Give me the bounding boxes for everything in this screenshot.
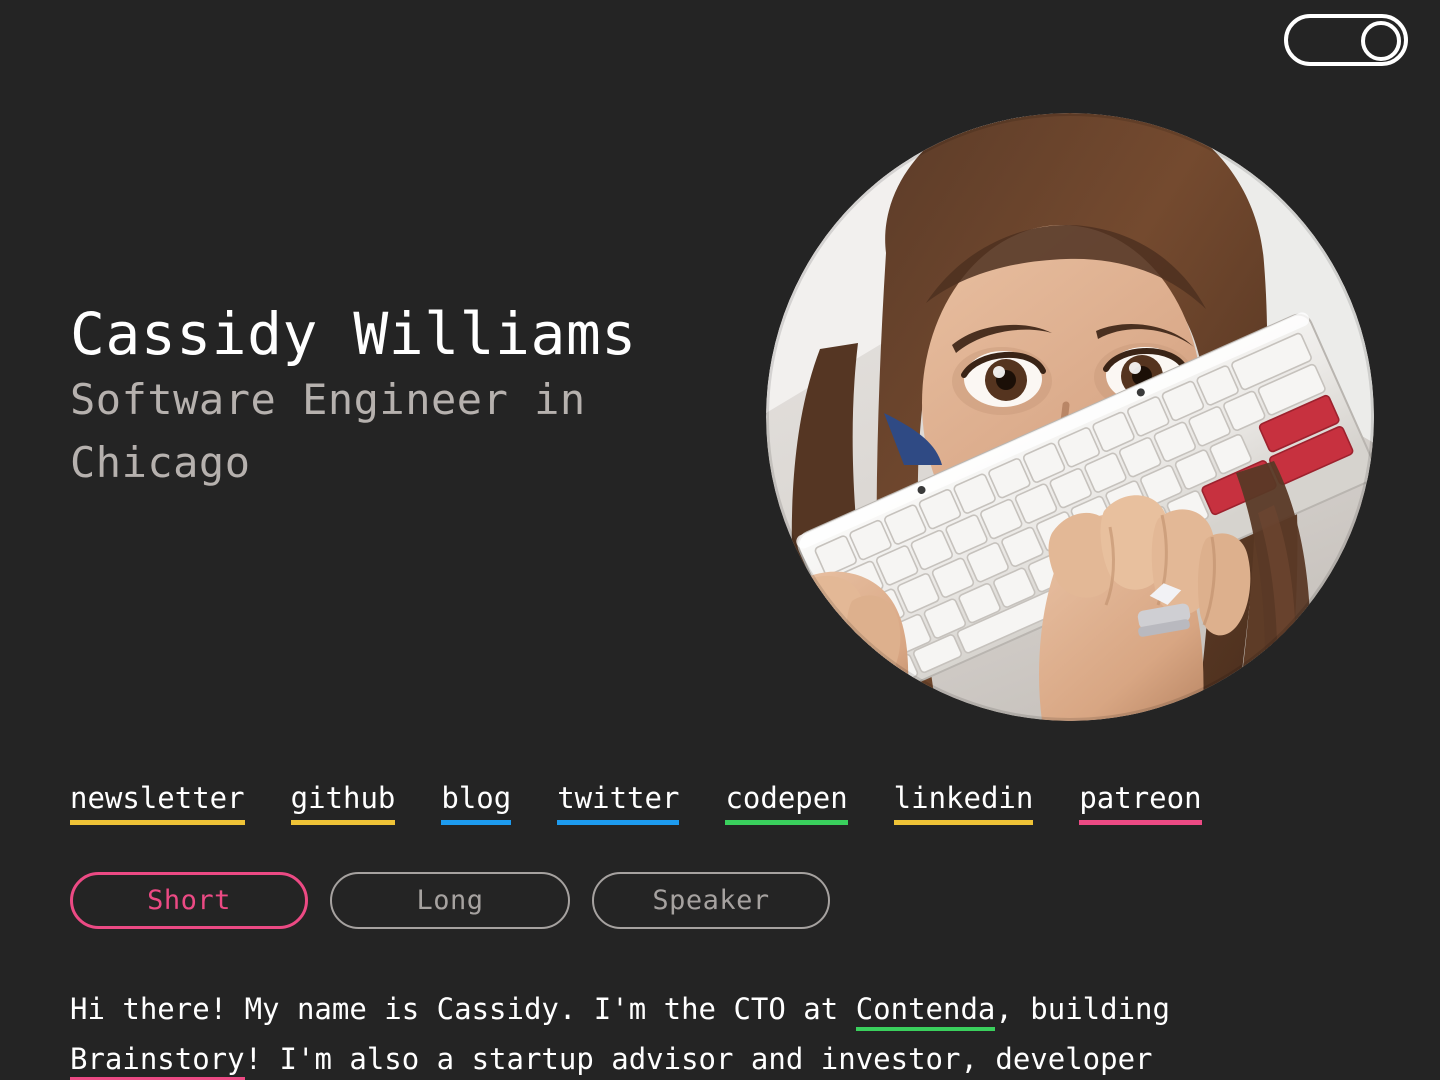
bio-text-part-3: ! I'm also a startup advisor and investo…	[244, 1041, 1153, 1076]
bio-link-contenda[interactable]: Contenda	[855, 992, 996, 1031]
social-links: newsletter github blog twitter codepen l…	[70, 782, 1202, 825]
tab-speaker[interactable]: Speaker	[592, 872, 830, 929]
link-github[interactable]: github	[290, 782, 396, 825]
hero-section: Cassidy Williams Software Engineer in Ch…	[0, 0, 1440, 760]
bio-link-brainstory[interactable]: Brainstory	[70, 1041, 245, 1080]
link-linkedin[interactable]: linkedin	[893, 782, 1034, 825]
bio-length-tabs: Short Long Speaker	[70, 872, 830, 929]
avatar-portrait-icon	[766, 113, 1374, 721]
page-subtitle: Software Engineer in Chicago	[70, 375, 586, 488]
hero-text-block: Cassidy Williams Software Engineer in Ch…	[70, 300, 770, 494]
tab-long[interactable]: Long	[330, 872, 570, 929]
link-codepen[interactable]: codepen	[725, 782, 848, 825]
link-patreon[interactable]: patreon	[1079, 782, 1202, 825]
tab-short[interactable]: Short	[70, 872, 308, 929]
bio-text-part-1: Hi there! My name is Cassidy. I'm the CT…	[70, 992, 856, 1026]
avatar	[766, 113, 1374, 721]
link-blog[interactable]: blog	[441, 782, 512, 825]
link-twitter[interactable]: twitter	[557, 782, 680, 825]
page-title: Cassidy Williams	[70, 300, 637, 368]
bio-paragraph: Hi there! My name is Cassidy. I'm the CT…	[70, 985, 1370, 1080]
bio-text-part-2: , building	[995, 992, 1170, 1026]
link-newsletter[interactable]: newsletter	[70, 782, 245, 825]
